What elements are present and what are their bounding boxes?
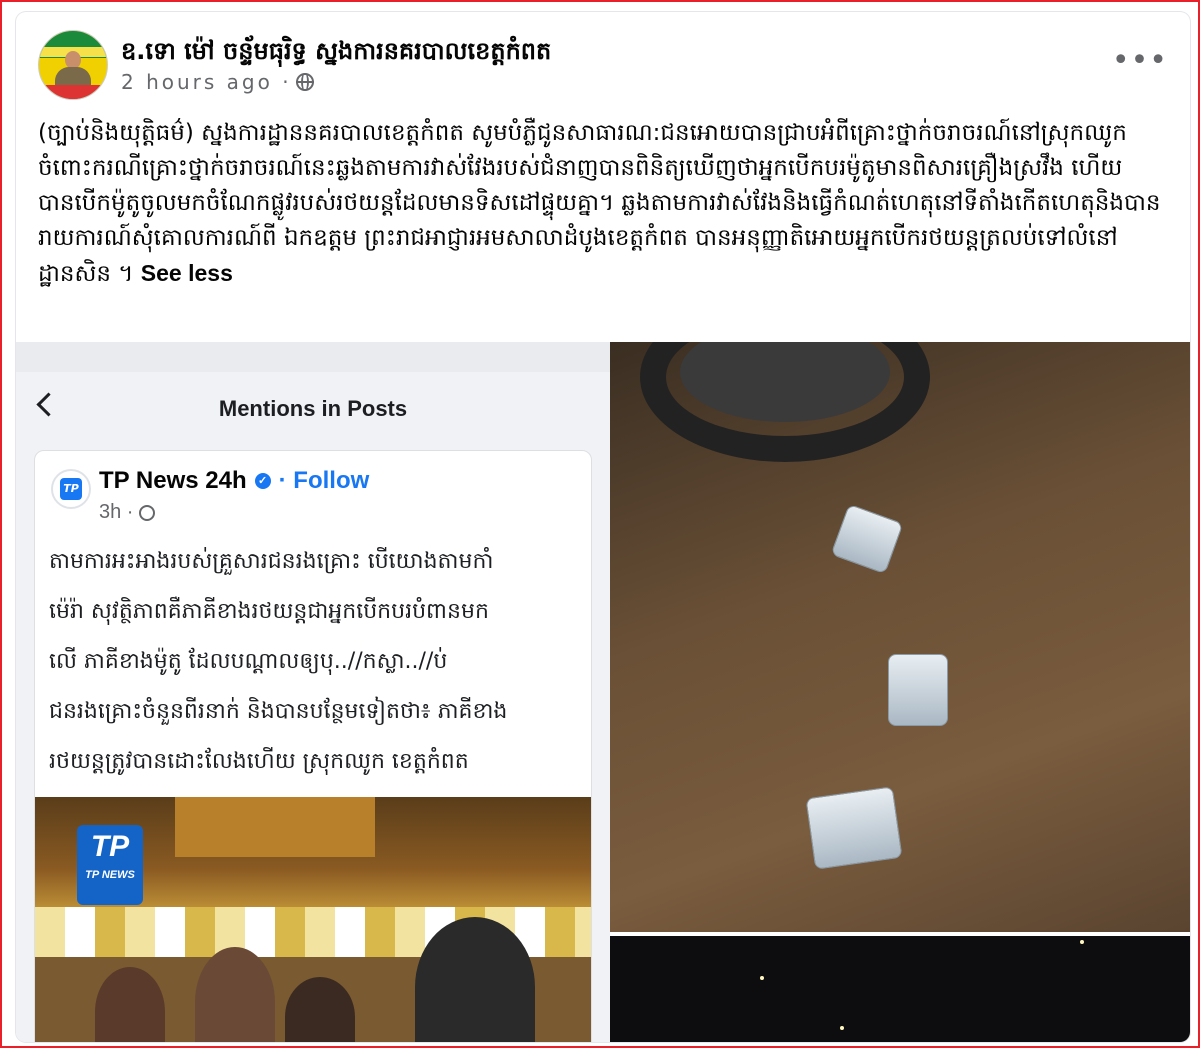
- globe-icon: [139, 504, 156, 521]
- post-image-road[interactable]: [610, 342, 1190, 932]
- follow-link: · Follow: [278, 467, 370, 494]
- water-bottle: [888, 654, 948, 726]
- globe-icon: [295, 73, 314, 91]
- tp-news-logo: TP: [51, 469, 91, 509]
- post-image-night[interactable]: [610, 936, 1190, 1042]
- embedded-text-line: ជនរងគ្រោះចំនួនពីរនាក់ និងបានបន្ថែមទៀតថា៖…: [49, 699, 508, 724]
- light-point: [760, 976, 764, 980]
- source-name: TP News 24h: [99, 467, 247, 494]
- post-card: ឧ.ទោ ម៉ៅ ចន្ទ័មធុរិទ្ធ ស្នងការនគរបាលខេត្…: [16, 12, 1190, 1042]
- post-meta: 2 hours ago ·: [121, 70, 314, 94]
- water-bottle: [805, 786, 903, 870]
- embedded-text-line: រថយន្តត្រូវបានដោះលែងហើយ ស្រុកឈូក ខេត្តកំ…: [49, 749, 469, 774]
- post-image-screenshot[interactable]: Mentions in Posts TP TP News 24h ✓ · Fol…: [16, 342, 610, 1042]
- status-strip: [16, 342, 610, 372]
- post-text: (ច្បាប់និងយុត្តិធម៌) ស្នងការដ្ឋាននគរបាលខ…: [38, 116, 1178, 292]
- more-options-icon[interactable]: •••: [1112, 46, 1168, 76]
- post-time[interactable]: 2 hours ago ·: [121, 70, 292, 94]
- verified-badge-icon: ✓: [254, 473, 271, 489]
- embedded-post-text: តាមការអះអាងរបស់គ្រួសារជនរងគ្រោះ បើយោងតាម…: [49, 537, 579, 787]
- embedded-text-line: តាមការអះអាងរបស់គ្រួសារជនរងគ្រោះ បើយោងតាម…: [49, 549, 494, 574]
- page-name[interactable]: ឧ.ទោ ម៉ៅ ចន្ទ័មធុរិទ្ធ ស្នងការនគរបាលខេត្…: [121, 36, 551, 71]
- embedded-photo: TP TP NEWS: [35, 797, 591, 1042]
- screenshot-title: Mentions in Posts: [218, 396, 408, 421]
- light-point: [1080, 940, 1084, 944]
- embedded-text-line: ម៉េរ៉ា សុវត្ថិភាពគឺភាគីខាងរថយន្តជាអ្នកបើ…: [49, 599, 489, 624]
- embedded-post-author: TP News 24h ✓ · Follow: [99, 467, 369, 495]
- tp-news-sign: TP TP NEWS: [77, 825, 143, 905]
- embedded-post-time: 3h ·: [99, 501, 156, 524]
- embedded-text-line: លើ ភាគីខាងម៉ូតូ ដែលបណ្តាលឲ្យបុ..//កស្លា.…: [49, 649, 448, 674]
- light-point: [840, 1026, 844, 1030]
- page-avatar[interactable]: [38, 30, 108, 100]
- embedded-post: TP TP News 24h ✓ · Follow 3h · តាមការអះអ…: [34, 450, 592, 1042]
- see-less-link[interactable]: See less: [141, 260, 233, 286]
